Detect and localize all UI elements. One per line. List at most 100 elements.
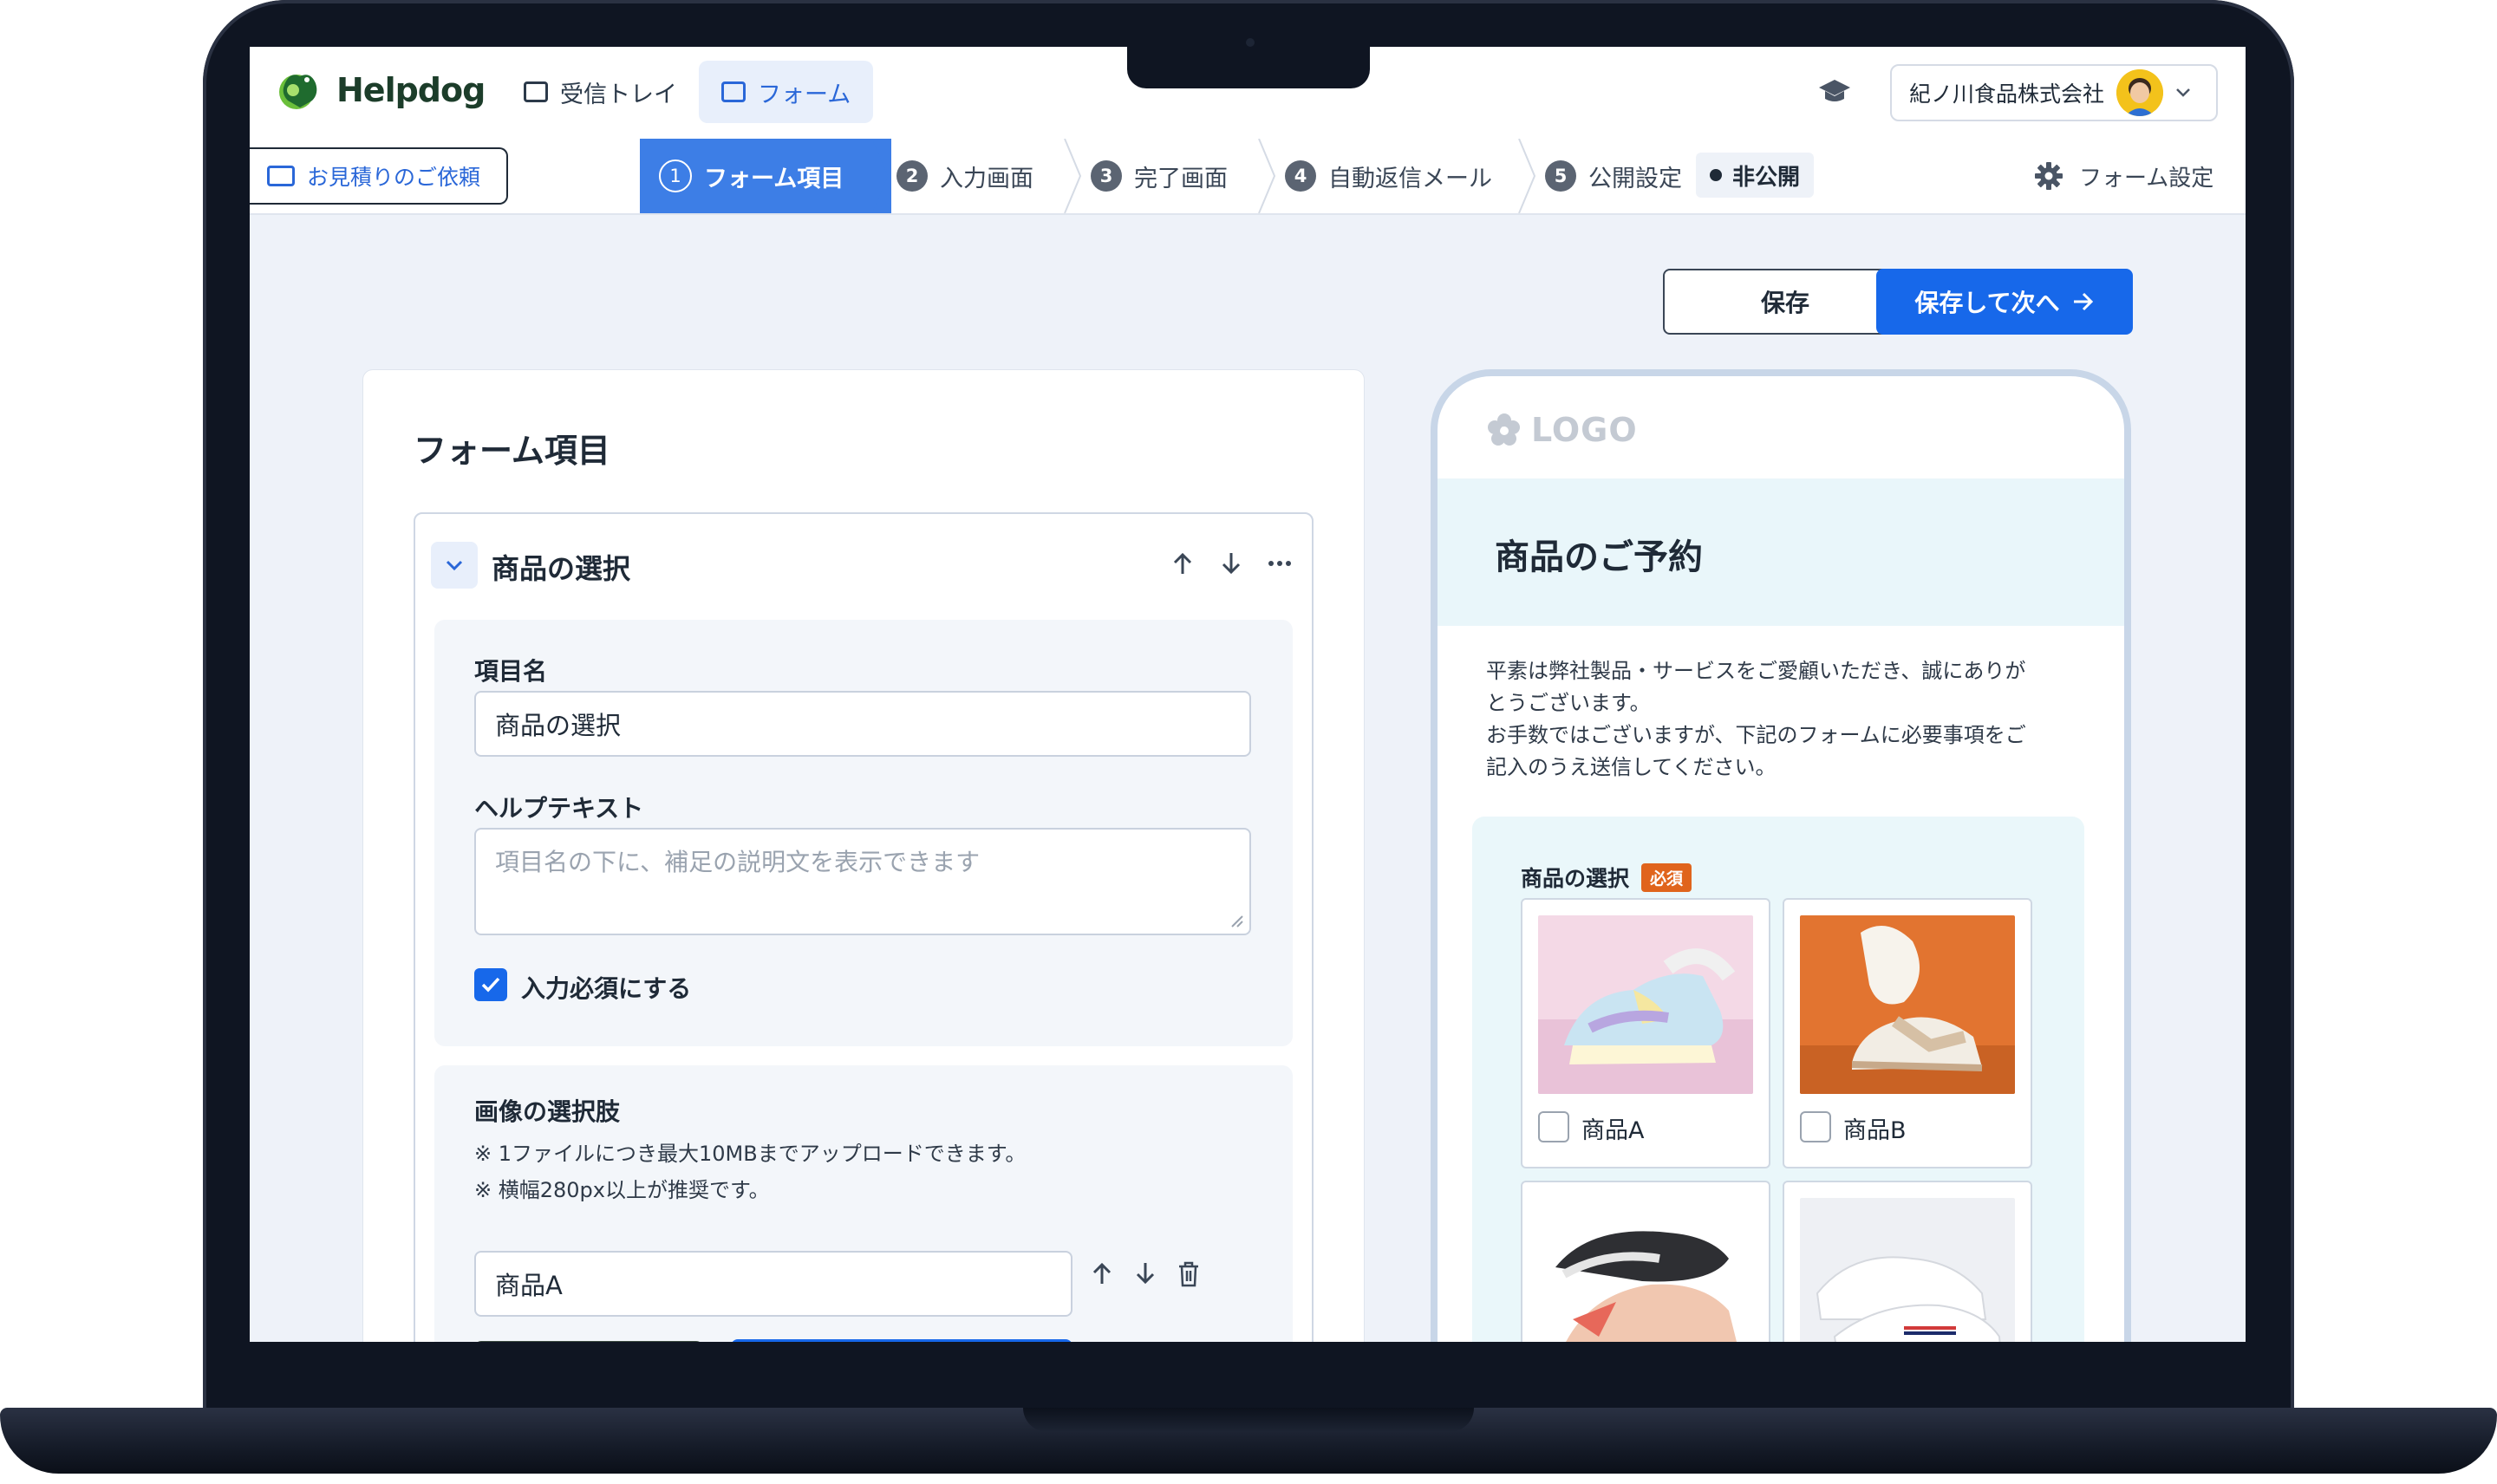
app-name: Helpdog <box>336 71 486 109</box>
nav-tab-label: 受信トレイ <box>560 81 677 108</box>
gear-icon <box>2035 162 2063 190</box>
step-number: 2 <box>896 160 928 192</box>
name-label: 項目名 <box>474 657 548 686</box>
step-separator-icon <box>1258 139 1276 213</box>
help-text-label: ヘルプテキスト <box>474 794 644 823</box>
step-publish-settings[interactable]: 5 公開設定 <box>1545 139 1682 213</box>
name-input[interactable]: 商品の選択 <box>474 691 1251 757</box>
choice-label: 商品A <box>1581 1117 1645 1144</box>
form-icon <box>721 81 746 102</box>
choice-checkbox[interactable] <box>1538 1111 1569 1142</box>
choice-a-input[interactable]: 商品A <box>474 1251 1072 1317</box>
step-arrow <box>872 139 888 213</box>
step-input-screen[interactable]: 2 入力画面 <box>896 139 1033 213</box>
required-label: 入力必須にする <box>521 974 692 1003</box>
step-complete-screen[interactable]: 3 完了画面 <box>1091 139 1228 213</box>
field-card: 商品の選択 項目名 商品の選択 ヘルプテキスト 項目名の下に、補足の説明文を表示… <box>414 512 1314 1342</box>
help-text-placeholder: 項目名の下に、補足の説明文を表示できます <box>495 848 981 876</box>
preview-logo: LOGO <box>1486 411 1638 449</box>
app-logo[interactable]: Helpdog <box>274 68 486 113</box>
white-sneaker-photo <box>1800 1198 2015 1342</box>
checkmark-icon <box>481 977 500 993</box>
camera-icon <box>1246 38 1255 47</box>
required-checkbox[interactable] <box>474 968 507 1001</box>
step-label: フォーム項目 <box>704 165 844 192</box>
more-button[interactable] <box>1265 549 1294 578</box>
step-separator-icon <box>1518 139 1536 213</box>
form-name: お見積りのご依頼 <box>307 165 481 190</box>
field-title: 商品の選択 <box>492 552 631 585</box>
preview-title: 商品のご予約 <box>1495 537 1703 577</box>
description-line: 平素は弊社製品・サービスをご愛顧いただき、誠にありが <box>1486 659 2026 683</box>
required-badge: 必須 <box>1641 862 1692 892</box>
app-screen: Helpdog 受信トレイ フォーム 紀ノ川食品株式会社 お見積りのご依頼 1 … <box>250 47 2246 1342</box>
form-name-button[interactable]: お見積りのご依頼 <box>250 147 508 205</box>
nav-tab-form[interactable]: フォーム <box>699 61 874 123</box>
choice-toolbar <box>1090 1261 1201 1287</box>
preview-hero: 商品のご予約 <box>1438 478 2124 626</box>
editor-title: フォーム項目 <box>414 432 610 470</box>
field-toolbar <box>1168 549 1294 578</box>
choice-card-c[interactable] <box>1521 1181 1770 1342</box>
laptop-hinge <box>1023 1408 1474 1432</box>
step-label: 公開設定 <box>1588 165 1682 192</box>
company-name: 紀ノ川食品株式会社 <box>1909 81 2105 107</box>
step-label: 自動返信メール <box>1328 165 1492 192</box>
save-button[interactable]: 保存 <box>1663 269 1907 335</box>
preview-phone: LOGO 商品のご予約 平素は弊社製品・サービスをご愛顧いただき、誠にありが と… <box>1431 369 2131 1342</box>
white-sneaker-orange-bg-photo <box>1800 915 2015 1094</box>
form-items-editor: フォーム項目 商品の選択 項目名 商品の選択 ヘルプテキスト 項目名の下に、補足… <box>362 369 1365 1342</box>
status-badge: 非公開 <box>1696 153 1815 198</box>
flower-logo-icon <box>1488 413 1520 446</box>
upload-button[interactable] <box>731 1339 1072 1342</box>
step-form-items[interactable]: 1 フォーム項目 <box>640 139 891 213</box>
form-settings-button[interactable]: フォーム設定 <box>2034 139 2213 213</box>
pastel-sneaker-photo <box>1538 915 1753 1094</box>
chevron-down-icon <box>446 560 463 571</box>
choice-checkbox[interactable] <box>1800 1111 1831 1142</box>
step-auto-reply[interactable]: 4 自動返信メール <box>1285 139 1492 213</box>
preview-logo-text: LOGO <box>1531 411 1638 449</box>
step-number: 5 <box>1545 160 1576 192</box>
move-up-button[interactable] <box>1168 549 1197 578</box>
resize-handle-icon[interactable] <box>1229 913 1244 928</box>
field-settings-section: 項目名 商品の選択 ヘルプテキスト 項目名の下に、補足の説明文を表示できます 入… <box>434 620 1293 1046</box>
arrow-up-icon[interactable] <box>1090 1261 1114 1285</box>
arrow-right-icon <box>2073 292 2093 311</box>
preview-image-choices: 商品の選択 必須 商品A 商品B <box>1472 817 2084 1342</box>
move-down-button[interactable] <box>1216 549 1246 578</box>
choice-card-a[interactable]: 商品A <box>1521 898 1770 1168</box>
image-choices-section: 画像の選択肢 ※ 1ファイルにつき最大10MBまでアップロードできます。 ※ 横… <box>434 1065 1293 1342</box>
arrow-down-icon[interactable] <box>1133 1261 1157 1285</box>
description-line: お手数ではございますが、下記のフォームに必要事項をご <box>1486 723 2026 747</box>
choice-card-d[interactable] <box>1783 1181 2032 1342</box>
step-bar: お見積りのご依頼 1 フォーム項目 2 入力画面 3 完了画面 4 自動返信メー… <box>250 139 2246 215</box>
running-shoe-photo <box>1538 1198 1753 1342</box>
chevron-down-icon <box>2176 88 2190 97</box>
arrow-down-icon <box>1222 553 1241 575</box>
upload-note: ※ 1ファイルにつき最大10MBまでアップロードできます。 <box>474 1142 1027 1166</box>
step-label: 完了画面 <box>1134 165 1228 192</box>
graduation-cap-icon[interactable] <box>1817 76 1852 107</box>
save-next-button[interactable]: 保存して次へ <box>1876 269 2133 335</box>
preview-field-name: 商品の選択 <box>1521 866 1630 891</box>
step-number: 4 <box>1285 160 1316 192</box>
form-settings-label: フォーム設定 <box>2079 165 2214 192</box>
help-text-field[interactable]: 項目名の下に、補足の説明文を表示できます <box>474 828 1251 935</box>
trash-icon[interactable] <box>1177 1261 1201 1287</box>
company-selector[interactable]: 紀ノ川食品株式会社 <box>1890 64 2218 121</box>
choice-a-thumbnail <box>474 1341 703 1342</box>
collapse-button[interactable] <box>431 542 478 589</box>
status-dot-icon <box>1710 169 1722 181</box>
nav-tab-inbox[interactable]: 受信トレイ <box>501 61 700 123</box>
inbox-icon <box>524 81 548 102</box>
arrow-up-icon <box>1173 552 1192 574</box>
avatar <box>2116 69 2164 116</box>
step-number: 3 <box>1091 160 1122 192</box>
preview-description: 平素は弊社製品・サービスをご愛顧いただき、誠にありが とうございます。 お手数で… <box>1486 655 2084 784</box>
status-label: 非公開 <box>1732 164 1801 191</box>
dog-logo-icon <box>279 75 317 109</box>
step-label: 入力画面 <box>940 165 1033 192</box>
choice-card-b[interactable]: 商品B <box>1783 898 2032 1168</box>
step-separator-icon <box>1064 139 1082 213</box>
